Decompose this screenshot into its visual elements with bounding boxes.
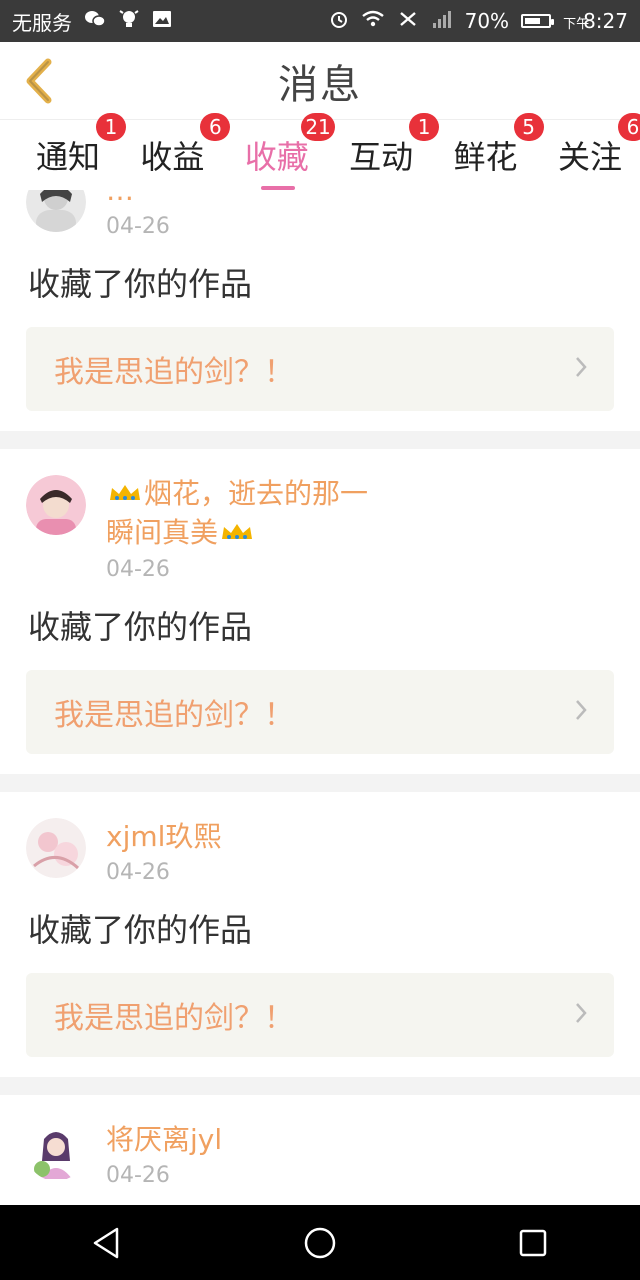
message-list[interactable]: … 04-26 收藏了你的作品 我是思追的剑？！ 烟花，逝去的那一 瞬间真美 0… bbox=[0, 190, 640, 1205]
crown-icon bbox=[220, 515, 254, 553]
work-link[interactable]: 我是思追的剑？！ bbox=[26, 670, 614, 754]
chevron-right-icon bbox=[574, 999, 588, 1032]
header: 消息 bbox=[0, 42, 640, 120]
user-name-line2: 瞬间真美 bbox=[106, 516, 219, 549]
bulb-icon bbox=[118, 8, 140, 34]
tab-label: 互动 bbox=[349, 138, 414, 176]
nav-back-button[interactable] bbox=[75, 1211, 139, 1275]
clock: 8:27 bbox=[583, 9, 628, 33]
recent-square-icon bbox=[520, 1229, 547, 1256]
tab-flowers[interactable]: 鲜花 5 bbox=[444, 113, 544, 190]
unread-badge: 21 bbox=[301, 113, 335, 141]
user-name[interactable]: 烟花，逝去的那一 瞬间真美 bbox=[106, 475, 614, 553]
chevron-right-icon bbox=[574, 696, 588, 729]
crown-icon bbox=[108, 476, 142, 514]
chevron-left-icon bbox=[26, 58, 52, 104]
unread-badge: 1 bbox=[96, 113, 126, 141]
list-item: 烟花，逝去的那一 瞬间真美 04-26 收藏了你的作品 我是思追的剑？！ bbox=[0, 449, 640, 754]
nav-home-button[interactable] bbox=[288, 1211, 352, 1275]
alarm-icon bbox=[329, 9, 349, 33]
signal-icon bbox=[431, 9, 453, 33]
date: 04-26 bbox=[106, 214, 170, 239]
wifi-icon bbox=[361, 10, 385, 32]
battery-icon bbox=[521, 14, 555, 28]
divider bbox=[0, 1077, 640, 1095]
tab-bar: 通知 1 收益 6 收藏 21 互动 1 鲜花 5 关注 6 bbox=[0, 113, 640, 190]
list-item: 将厌离jyl 04-26 bbox=[0, 1095, 640, 1188]
status-bar: 无服务 70% 下午8:27 bbox=[0, 0, 640, 42]
tab-label: 收藏 bbox=[244, 138, 309, 176]
tab-label: 通知 bbox=[35, 138, 100, 176]
divider bbox=[0, 431, 640, 449]
battery-percent: 70% bbox=[464, 9, 510, 33]
date: 04-26 bbox=[106, 1163, 170, 1188]
avatar[interactable] bbox=[26, 818, 86, 878]
list-item: xjml玖熙 04-26 收藏了你的作品 我是思追的剑？！ bbox=[0, 792, 640, 1057]
home-circle-icon bbox=[304, 1227, 336, 1258]
unread-badge: 6 bbox=[200, 113, 231, 141]
tab-interaction[interactable]: 互动 1 bbox=[339, 113, 440, 190]
work-title: 我是思追的剑？！ bbox=[54, 1001, 294, 1036]
list-item: … 04-26 收藏了你的作品 我是思追的剑？！ bbox=[0, 190, 640, 411]
page-title: 消息 bbox=[278, 61, 362, 108]
work-link[interactable]: 我是思追的剑？！ bbox=[26, 973, 614, 1057]
divider bbox=[0, 774, 640, 792]
avatar[interactable] bbox=[26, 190, 86, 232]
carrier-label: 无服务 bbox=[12, 10, 72, 35]
user-name[interactable]: 将厌离jyl bbox=[106, 1121, 614, 1159]
tab-label: 收益 bbox=[140, 138, 205, 176]
tab-label: 鲜花 bbox=[453, 138, 518, 176]
message-text: 收藏了你的作品 bbox=[28, 265, 253, 303]
unread-badge: 5 bbox=[513, 113, 544, 141]
tab-earnings[interactable]: 收益 6 bbox=[130, 113, 231, 190]
message-text: 收藏了你的作品 bbox=[28, 608, 253, 646]
user-name[interactable]: … bbox=[106, 190, 614, 210]
user-name-line1: 烟花，逝去的那一 bbox=[144, 477, 369, 510]
system-nav-bar bbox=[0, 1205, 640, 1280]
avatar[interactable] bbox=[26, 1121, 86, 1181]
date: 04-26 bbox=[106, 557, 170, 582]
back-button[interactable] bbox=[18, 54, 58, 108]
tab-label: 关注 bbox=[557, 138, 622, 176]
tab-notifications[interactable]: 通知 1 bbox=[26, 113, 126, 190]
unread-badge: 6 bbox=[617, 113, 640, 141]
wechat-icon bbox=[84, 10, 106, 32]
work-title: 我是思追的剑？！ bbox=[54, 355, 294, 390]
user-name[interactable]: xjml玖熙 bbox=[106, 818, 614, 856]
work-title: 我是思追的剑？！ bbox=[54, 698, 294, 733]
chevron-right-icon bbox=[574, 353, 588, 386]
no-call-icon bbox=[397, 9, 419, 33]
tab-follows[interactable]: 关注 6 bbox=[548, 113, 640, 190]
date: 04-26 bbox=[106, 860, 170, 885]
image-icon bbox=[152, 10, 172, 32]
nav-recent-button[interactable] bbox=[501, 1211, 565, 1275]
work-link[interactable]: 我是思追的剑？！ bbox=[26, 327, 614, 411]
unread-badge: 1 bbox=[409, 113, 440, 141]
tab-favorites[interactable]: 收藏 21 bbox=[235, 113, 335, 190]
avatar[interactable] bbox=[26, 475, 86, 535]
message-text: 收藏了你的作品 bbox=[28, 911, 253, 949]
back-triangle-icon bbox=[93, 1227, 118, 1258]
